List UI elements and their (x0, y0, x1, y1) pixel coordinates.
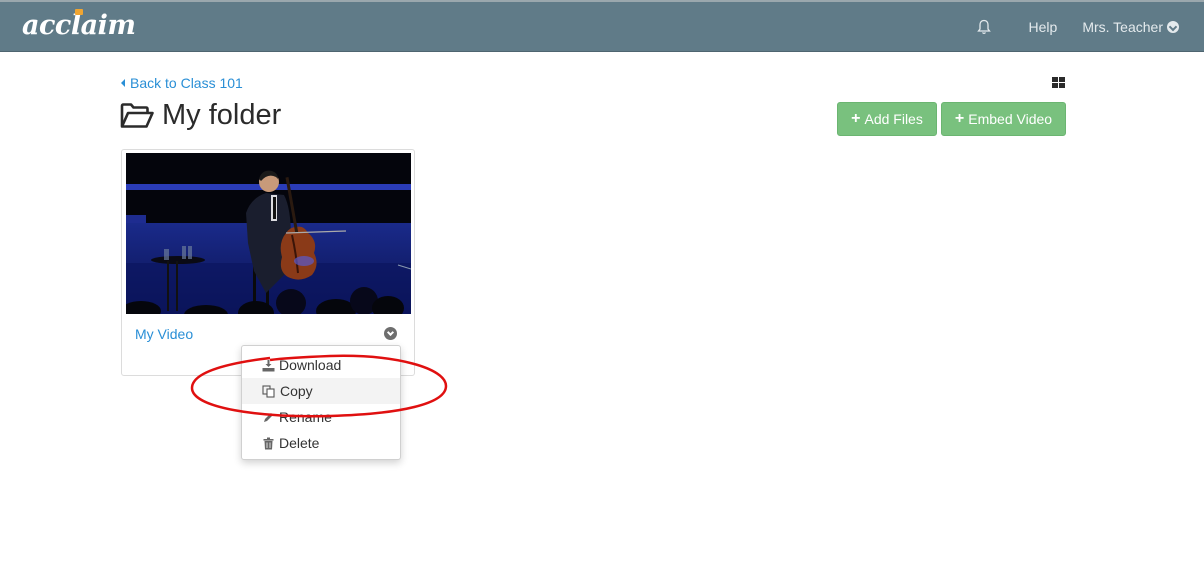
embed-video-label: Embed Video (968, 111, 1053, 127)
file-card: My Video (121, 149, 415, 376)
copy-icon (262, 384, 275, 398)
grid-icon (1052, 77, 1058, 82)
notifications-button[interactable] (976, 19, 1004, 35)
chevron-circle-down-icon[interactable] (384, 327, 397, 340)
menu-item-download[interactable]: Download (242, 352, 400, 378)
pencil-icon (264, 412, 273, 422)
plus-icon: + (954, 110, 965, 127)
add-files-label: Add Files (864, 111, 923, 127)
back-link-label: Back to Class 101 (130, 75, 243, 91)
grid-icon-cell (1052, 83, 1058, 88)
video-thumbnail[interactable] (126, 153, 411, 314)
grid-icon-cell (1059, 77, 1065, 82)
thumbnail-image (126, 153, 411, 314)
user-name: Mrs. Teacher (1082, 19, 1163, 35)
user-menu[interactable]: Mrs. Teacher (1082, 19, 1179, 35)
caret-left-icon (121, 79, 125, 87)
download-icon (262, 359, 275, 371)
plus-icon: + (851, 110, 861, 127)
menu-item-label: Download (279, 357, 342, 373)
menu-item-rename[interactable]: Rename (242, 404, 400, 430)
file-context-menu: Download Copy Rename Delete (241, 345, 401, 460)
embed-video-button[interactable]: + Embed Video (941, 102, 1066, 136)
top-navbar: acclaim Help Mrs. Teacher (0, 0, 1204, 52)
menu-item-delete[interactable]: Delete (242, 430, 400, 456)
menu-item-label: Rename (279, 409, 332, 425)
grid-icon-cell (1059, 83, 1065, 88)
nav-right: Help Mrs. Teacher (976, 2, 1204, 52)
page-title-text: My folder (162, 99, 282, 131)
back-to-class-link[interactable]: Back to Class 101 (121, 75, 243, 91)
logo-badge-icon (75, 9, 83, 15)
trash-icon (263, 437, 274, 449)
page-title: My folder (120, 99, 281, 132)
bell-icon (976, 19, 991, 35)
grid-view-toggle[interactable] (1052, 77, 1065, 88)
menu-item-label: Delete (279, 435, 320, 451)
add-files-button[interactable]: + Add Files (837, 102, 937, 136)
file-title-link[interactable]: My Video (135, 326, 193, 342)
help-link[interactable]: Help (1029, 19, 1058, 35)
folder-open-icon (120, 102, 154, 128)
chevron-circle-down-icon (1167, 21, 1179, 33)
menu-item-copy[interactable]: Copy (242, 378, 400, 404)
menu-item-label: Copy (280, 383, 313, 399)
